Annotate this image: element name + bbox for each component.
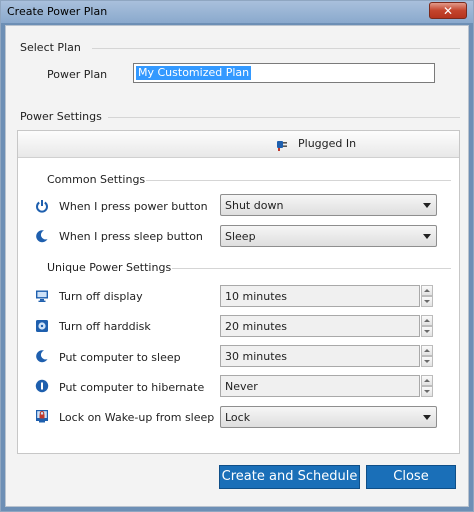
spin-down-button[interactable]	[421, 326, 433, 337]
computer-hibernate-spinner[interactable]: Never	[220, 375, 433, 397]
power-button-label: When I press power button	[59, 200, 208, 213]
turn-off-display-label: Turn off display	[59, 290, 143, 303]
computer-sleep-label: Put computer to sleep	[59, 351, 181, 364]
create-and-schedule-button[interactable]: Create and Schedule	[219, 465, 360, 489]
power-plan-input[interactable]: My Customized Plan	[133, 63, 435, 83]
monitor-icon	[35, 289, 49, 303]
turn-off-harddisk-value: 20 minutes	[225, 320, 288, 333]
chevron-down-icon	[423, 203, 431, 208]
moon-icon	[35, 349, 49, 363]
divider	[172, 268, 451, 269]
window-title: Create Power Plan	[7, 5, 108, 18]
spinner-buttons	[421, 285, 433, 307]
window-close-button[interactable]: ✕	[429, 2, 467, 19]
computer-sleep-value: 30 minutes	[225, 350, 288, 363]
close-button[interactable]: Close	[366, 465, 456, 489]
computer-hibernate-value: Never	[225, 380, 258, 393]
chevron-down-icon	[423, 415, 431, 420]
hibernate-icon	[35, 379, 49, 393]
power-plan-label: Power Plan	[47, 68, 108, 81]
plugged-in-label: Plugged In	[298, 137, 357, 150]
lock-icon	[35, 409, 49, 423]
create-power-plan-window: Create Power Plan ✕ Select Plan Power Pl…	[0, 0, 474, 512]
turn-off-display-field[interactable]: 10 minutes	[220, 285, 420, 307]
spinner-buttons	[421, 315, 433, 337]
turn-off-display-spinner[interactable]: 10 minutes	[220, 285, 433, 307]
spinner-buttons	[421, 375, 433, 397]
computer-hibernate-field[interactable]: Never	[220, 375, 420, 397]
power-icon	[35, 199, 49, 213]
common-settings-heading: Common Settings	[47, 173, 146, 186]
plug-icon	[276, 136, 292, 155]
power-settings-heading: Power Settings	[20, 110, 102, 123]
spin-up-button[interactable]	[421, 285, 433, 296]
lock-on-wakeup-dropdown[interactable]: Lock	[220, 406, 437, 428]
power-settings-panel: Plugged In Common Settings When I press …	[17, 130, 460, 454]
divider	[92, 48, 460, 49]
spinner-buttons	[421, 345, 433, 367]
lock-on-wakeup-label: Lock on Wake-up from sleep	[59, 411, 215, 424]
dialog-body: Select Plan Power Plan My Customized Pla…	[5, 25, 469, 507]
power-button-value: Shut down	[225, 199, 284, 212]
computer-hibernate-label: Put computer to hibernate	[59, 381, 205, 394]
turn-off-harddisk-field[interactable]: 20 minutes	[220, 315, 420, 337]
title-bar: Create Power Plan ✕	[1, 1, 473, 23]
turn-off-display-value: 10 minutes	[225, 290, 288, 303]
moon-icon	[35, 229, 49, 243]
spin-up-button[interactable]	[421, 345, 433, 356]
sleep-button-label: When I press sleep button	[59, 230, 203, 243]
spin-up-button[interactable]	[421, 315, 433, 326]
power-plan-input-value: My Customized Plan	[136, 66, 252, 80]
select-plan-heading: Select Plan	[20, 41, 81, 54]
lock-on-wakeup-value: Lock	[225, 411, 251, 424]
spin-down-button[interactable]	[421, 386, 433, 397]
sleep-button-dropdown[interactable]: Sleep	[220, 225, 437, 247]
power-button-dropdown[interactable]: Shut down	[220, 194, 437, 216]
unique-settings-heading: Unique Power Settings	[47, 261, 172, 274]
spin-down-button[interactable]	[421, 296, 433, 307]
panel-header: Plugged In	[18, 131, 459, 158]
divider	[108, 117, 460, 118]
turn-off-harddisk-spinner[interactable]: 20 minutes	[220, 315, 433, 337]
divider	[146, 180, 451, 181]
spin-down-button[interactable]	[421, 356, 433, 367]
computer-sleep-spinner[interactable]: 30 minutes	[220, 345, 433, 367]
sleep-button-value: Sleep	[225, 230, 256, 243]
computer-sleep-field[interactable]: 30 minutes	[220, 345, 420, 367]
chevron-down-icon	[423, 234, 431, 239]
turn-off-harddisk-label: Turn off harddisk	[59, 320, 151, 333]
spin-up-button[interactable]	[421, 375, 433, 386]
harddisk-icon	[35, 319, 49, 333]
